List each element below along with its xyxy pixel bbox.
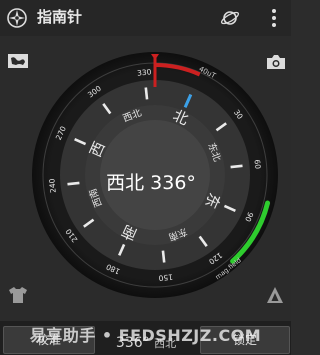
degree-label: 330 [137,67,152,77]
tick-major [230,164,243,169]
compass-app-icon[interactable] [6,7,28,29]
shirt-icon[interactable] [8,286,28,304]
heading-degrees: 336° [150,172,196,194]
degree-label: 240 [47,178,57,193]
overflow-menu-icon[interactable] [267,7,281,29]
compass-app: 指南针 30 60 90 120 150 180 210 240 270 300… [0,0,291,355]
tick-major [144,87,149,100]
action-bar: 指南针 [0,0,291,36]
degree-label: 60 [252,159,262,170]
heading-direction: 西北 [106,172,145,194]
app-title: 指南针 [37,8,83,26]
tick-major [161,250,166,263]
planet-icon[interactable] [220,8,240,28]
map-icon[interactable] [7,52,29,70]
tick-major [67,181,80,186]
degree-label: 150 [158,272,173,282]
watermark: 易享助手 • EEDSHZJZ.COM [29,326,262,345]
heading-readout: 西北 336° [91,170,211,196]
